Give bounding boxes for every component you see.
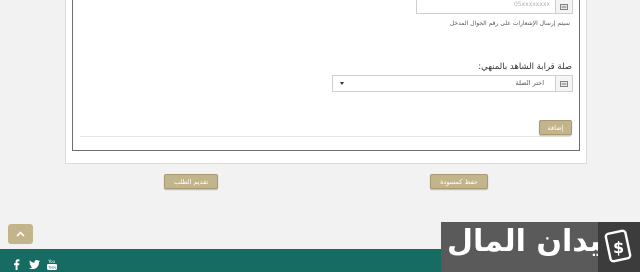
chevron-up-icon bbox=[16, 231, 25, 237]
submit-request-button[interactable]: تقديم الطلب bbox=[164, 174, 218, 189]
relation-field-icon bbox=[555, 76, 572, 91]
brand-logo: ميدان المال $ bbox=[441, 222, 640, 272]
scroll-top-button[interactable] bbox=[8, 224, 33, 244]
phone-hint-text: سيتم إرسال الإشعارات على رقم الجوال المد… bbox=[449, 20, 570, 27]
svg-text:You: You bbox=[47, 259, 55, 264]
relation-select[interactable]: اختر الصلة bbox=[332, 75, 573, 92]
witness-phone-input[interactable]: 05xxxxxxxx bbox=[416, 0, 573, 14]
svg-text:Tube: Tube bbox=[47, 265, 57, 269]
phone-field-icon bbox=[555, 0, 572, 13]
youtube-icon[interactable]: You Tube bbox=[46, 258, 58, 270]
relation-select-value: اختر الصلة bbox=[515, 79, 545, 87]
money-emblem-icon: $ bbox=[598, 222, 640, 272]
chevron-down-icon bbox=[340, 82, 344, 85]
phone-placeholder: 05xxxxxxxx bbox=[513, 1, 550, 8]
relation-label: صلة قرابة الشاهد بالمنهي: bbox=[478, 62, 572, 72]
save-draft-button[interactable]: حفظ كمسودة bbox=[430, 174, 488, 189]
brand-name: ميدان المال bbox=[447, 224, 621, 259]
facebook-icon[interactable] bbox=[10, 258, 22, 270]
twitter-icon[interactable] bbox=[28, 258, 40, 270]
add-witness-button[interactable]: إضافة bbox=[539, 120, 572, 135]
form-divider bbox=[80, 136, 570, 137]
svg-text:$: $ bbox=[613, 238, 624, 257]
